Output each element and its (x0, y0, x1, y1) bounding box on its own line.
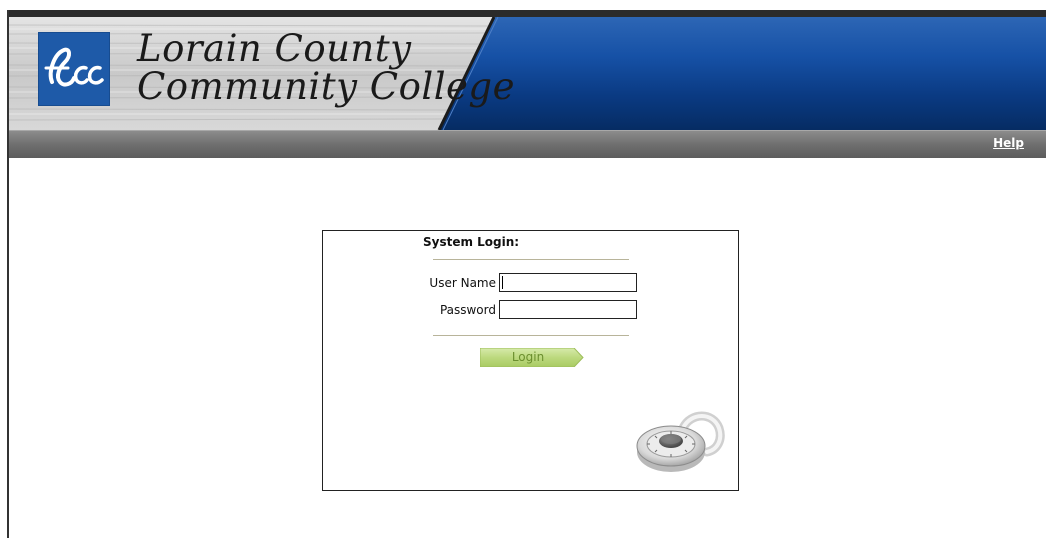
college-logo (38, 32, 110, 106)
login-button[interactable]: Login (480, 348, 584, 367)
nav-bar: Help (9, 130, 1046, 158)
college-name-line1: Lorain County (137, 27, 412, 70)
bottom-divider (433, 335, 629, 336)
username-label: User Name (429, 276, 496, 290)
password-row: Password (323, 300, 738, 322)
top-divider (433, 259, 629, 260)
text-cursor (502, 276, 503, 289)
top-strip (7, 10, 1046, 17)
help-link[interactable]: Help (993, 136, 1024, 150)
login-panel: System Login: User Name Password Login (322, 230, 739, 491)
password-label: Password (439, 303, 496, 317)
college-name: Lorain County Community College (137, 30, 515, 106)
padlock-icon (636, 411, 725, 472)
header-banner: Lorain County Community College (9, 17, 1046, 130)
login-button-label: Login (511, 350, 545, 364)
username-row: User Name (323, 273, 738, 295)
login-title: System Login: (423, 235, 520, 249)
password-input[interactable] (499, 300, 637, 319)
lcc-monogram-icon (44, 47, 104, 87)
username-input[interactable] (499, 273, 637, 292)
college-name-line2: Community College (137, 65, 516, 108)
login-page: Lorain County Community College Help Sys… (0, 0, 1046, 538)
